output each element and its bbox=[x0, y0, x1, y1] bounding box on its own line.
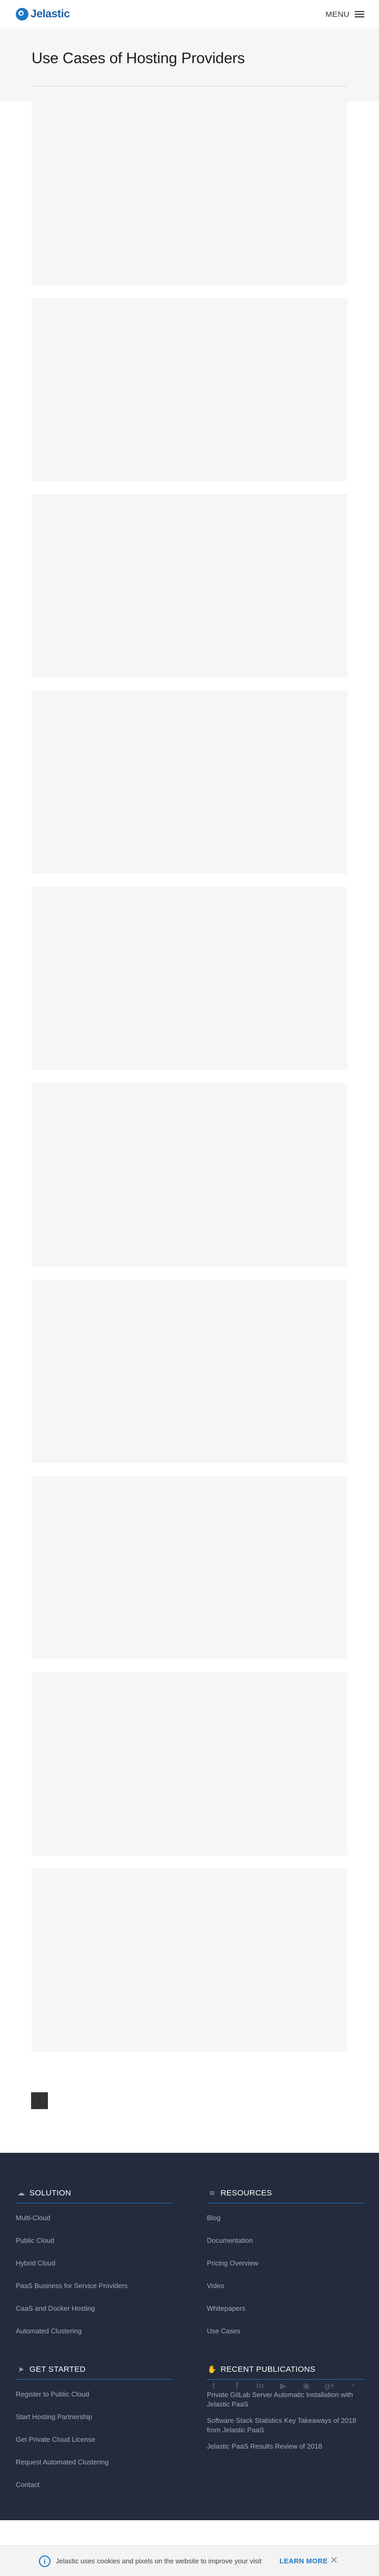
publication-link[interactable]: Private GitLab Server Automatic Installa… bbox=[207, 2390, 365, 2409]
info-icon: i bbox=[39, 2555, 51, 2567]
footer-link[interactable]: Request Automated Clustering bbox=[16, 2458, 174, 2467]
logo-text: Jelastic bbox=[31, 8, 70, 20]
use-case-card[interactable] bbox=[32, 1672, 347, 1855]
footer-link[interactable]: Multi-Cloud bbox=[16, 2214, 174, 2222]
learn-more-link[interactable]: LEARN MORE bbox=[280, 2557, 327, 2565]
footer-link[interactable]: Register to Public Cloud bbox=[16, 2390, 174, 2399]
footer-link[interactable]: Public Cloud bbox=[16, 2236, 174, 2245]
footer-link[interactable]: Pricing Overview bbox=[207, 2259, 365, 2268]
publication-link[interactable]: Jelastic PaaS Results Review of 2018 bbox=[207, 2442, 365, 2451]
thumbs-up-icon: ✋ bbox=[207, 2364, 217, 2373]
footer-link[interactable]: Video bbox=[207, 2282, 365, 2290]
divider bbox=[207, 2379, 364, 2380]
footer-link[interactable]: Automated Clustering bbox=[16, 2327, 174, 2335]
back-to-top-button[interactable] bbox=[31, 2092, 48, 2109]
footer-link[interactable]: CaaS and Docker Hosting bbox=[16, 2304, 174, 2313]
footer-solution: ☁ SOLUTION Multi-Cloud Public Cloud Hybr… bbox=[16, 2187, 174, 2350]
use-case-card[interactable] bbox=[32, 1869, 347, 2052]
footer-heading: RECENT PUBLICATIONS bbox=[221, 2364, 316, 2374]
google-plus-icon[interactable]: g+ bbox=[324, 2380, 335, 2392]
footer-heading: SOLUTION bbox=[29, 2188, 72, 2198]
rss-icon[interactable]: ◔ bbox=[347, 2380, 358, 2392]
cloud-icon: ☁ bbox=[17, 2188, 25, 2197]
hamburger-icon[interactable] bbox=[355, 11, 364, 17]
use-case-card[interactable] bbox=[32, 1476, 347, 1659]
use-case-card[interactable] bbox=[32, 1083, 347, 1266]
youtube-icon[interactable]: ▶ bbox=[277, 2380, 289, 2392]
footer-link[interactable]: PaaS Business for Service Providers bbox=[16, 2282, 174, 2290]
jelastic-logo-icon bbox=[16, 8, 28, 21]
publication-link[interactable]: Software Stack Statistics Key Takeaways … bbox=[207, 2416, 365, 2435]
use-case-card[interactable] bbox=[32, 1280, 347, 1463]
footer-link[interactable]: Start Hosting Partnership bbox=[16, 2413, 174, 2421]
footer-link[interactable]: Use Cases bbox=[207, 2327, 365, 2335]
jelastic-logo[interactable]: Jelastic bbox=[16, 7, 70, 21]
cookie-banner: i Jelastic uses cookies and pixels on th… bbox=[0, 2545, 379, 2576]
page-title: Use Cases of Hosting Providers bbox=[32, 50, 245, 67]
footer-recent-publications: ✋ RECENT PUBLICATIONS Private GitLab Ser… bbox=[207, 2363, 365, 2458]
footer-link[interactable]: Hybrid Cloud bbox=[16, 2259, 174, 2268]
footer-link[interactable]: Get Private Cloud License bbox=[16, 2435, 174, 2444]
linkedin-icon[interactable]: in bbox=[254, 2380, 266, 2392]
footer-link[interactable]: Whitepapers bbox=[207, 2304, 365, 2313]
use-case-card[interactable] bbox=[32, 691, 347, 874]
use-case-card[interactable] bbox=[32, 887, 347, 1070]
use-case-card[interactable] bbox=[32, 102, 347, 285]
page-hero: Use Cases of Hosting Providers bbox=[0, 29, 379, 102]
footer-link[interactable]: Contact bbox=[16, 2481, 174, 2489]
footer-resources: ≋ RESOURCES Blog Documentation Pricing O… bbox=[207, 2187, 365, 2350]
close-icon[interactable]: ✕ bbox=[330, 2555, 338, 2566]
menu-button[interactable]: MENU bbox=[325, 10, 350, 19]
site-header: Jelastic MENU bbox=[0, 0, 379, 28]
github-icon[interactable]: ◉ bbox=[301, 2380, 312, 2392]
divider bbox=[16, 2379, 173, 2380]
facebook-icon[interactable]: f bbox=[231, 2380, 243, 2392]
footer-heading: GET STARTED bbox=[29, 2364, 86, 2374]
footer-get-started: ➤ GET STARTED Register to Public Cloud S… bbox=[16, 2363, 174, 2503]
use-case-card[interactable] bbox=[32, 494, 347, 677]
layers-icon: ≋ bbox=[209, 2188, 215, 2197]
footer-link[interactable]: Documentation bbox=[207, 2236, 365, 2245]
social-links: t f in ▶ ◉ g+ ◔ bbox=[208, 2380, 370, 2392]
footer-heading: RESOURCES bbox=[221, 2188, 272, 2198]
footer-link[interactable]: Blog bbox=[207, 2214, 365, 2222]
twitter-icon[interactable]: t bbox=[208, 2380, 220, 2392]
site-footer: ☁ SOLUTION Multi-Cloud Public Cloud Hybr… bbox=[0, 2153, 379, 2520]
paper-plane-icon: ➤ bbox=[18, 2364, 24, 2373]
cookie-message: Jelastic uses cookies and pixels on the … bbox=[56, 2557, 262, 2565]
use-case-card[interactable] bbox=[32, 298, 347, 481]
